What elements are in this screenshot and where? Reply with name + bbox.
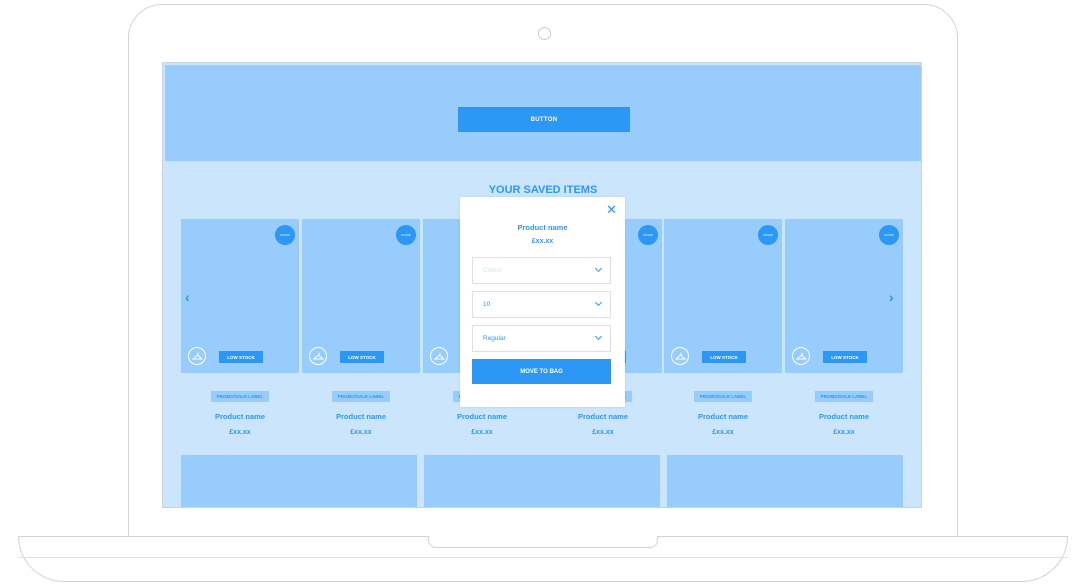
close-icon[interactable]: ✕ bbox=[606, 203, 617, 216]
chevron-down-icon bbox=[594, 264, 603, 273]
chevron-right-icon[interactable]: › bbox=[889, 289, 894, 305]
badge-icon: ICONS bbox=[396, 225, 416, 245]
hanger-icon[interactable] bbox=[792, 347, 810, 365]
chevron-left-icon[interactable]: ‹ bbox=[185, 289, 190, 305]
product-name[interactable]: Product name bbox=[181, 412, 299, 421]
hanger-icon[interactable] bbox=[309, 347, 327, 365]
modal-product-name: Product name bbox=[517, 223, 568, 232]
size-select[interactable]: 10 bbox=[472, 291, 611, 318]
fit-select[interactable]: Regular bbox=[472, 325, 611, 352]
hero-banner: BUTTON bbox=[165, 65, 921, 161]
low-stock-badge: LOW STOCK bbox=[219, 351, 263, 363]
product-name[interactable]: Product name bbox=[302, 412, 420, 421]
bottom-tile bbox=[181, 455, 417, 507]
move-to-bag-button[interactable]: MOVE TO BAG bbox=[472, 359, 611, 384]
hanger-icon[interactable] bbox=[430, 347, 448, 365]
badge-icon: ICONS bbox=[758, 225, 778, 245]
product-price: £xx.xx bbox=[592, 429, 614, 436]
product-price: £xx.xx bbox=[712, 429, 734, 436]
bottom-tile bbox=[667, 455, 903, 507]
modal-product-price: £xx.xx bbox=[531, 238, 554, 245]
camera-icon bbox=[538, 27, 551, 40]
promo-label: PROMO/SALE LABEL bbox=[693, 391, 753, 402]
card-info: PROMO/SALE LABEL Product name £xx.xx bbox=[664, 385, 782, 436]
chevron-down-icon bbox=[594, 298, 603, 307]
product-name[interactable]: Product name bbox=[544, 412, 662, 421]
screen: BUTTON YOUR SAVED ITEMS ICONS LOW STOCK … bbox=[162, 62, 922, 508]
product-price: £xx.xx bbox=[350, 429, 372, 436]
hanger-icon[interactable] bbox=[188, 347, 206, 365]
product-card[interactable]: ICONS LOW STOCK bbox=[785, 219, 903, 373]
colour-select-value: Colour bbox=[483, 267, 503, 274]
hero-button[interactable]: BUTTON bbox=[458, 107, 630, 132]
low-stock-badge: LOW STOCK bbox=[823, 351, 867, 363]
product-price: £xx.xx bbox=[229, 429, 251, 436]
move-to-bag-modal: ✕ Product name £xx.xx Colour 10 Regular … bbox=[460, 197, 625, 407]
promo-label: PROMO/SALE LABEL bbox=[814, 391, 874, 402]
chevron-down-icon bbox=[594, 332, 603, 341]
bottom-tile bbox=[424, 455, 660, 507]
product-name[interactable]: Product name bbox=[785, 412, 903, 421]
laptop-notch bbox=[428, 536, 658, 548]
badge-icon: ICONS bbox=[879, 225, 899, 245]
product-card[interactable]: ICONS LOW STOCK bbox=[181, 219, 299, 373]
badge-icon: ICONS bbox=[275, 225, 295, 245]
colour-select[interactable]: Colour bbox=[472, 257, 611, 284]
promo-label: PROMO/SALE LABEL bbox=[210, 391, 270, 402]
low-stock-badge: LOW STOCK bbox=[702, 351, 746, 363]
size-select-value: 10 bbox=[483, 301, 491, 308]
product-price: £xx.xx bbox=[833, 429, 855, 436]
promo-label: PROMO/SALE LABEL bbox=[331, 391, 391, 402]
fit-select-value: Regular bbox=[483, 335, 506, 342]
product-card[interactable]: ICONS LOW STOCK bbox=[302, 219, 420, 373]
hanger-icon[interactable] bbox=[671, 347, 689, 365]
card-info: PROMO/SALE LABEL Product name £xx.xx bbox=[302, 385, 420, 436]
card-info: PROMO/SALE LABEL Product name £xx.xx bbox=[785, 385, 903, 436]
section-title: YOUR SAVED ITEMS bbox=[488, 184, 598, 196]
product-name[interactable]: Product name bbox=[423, 412, 541, 421]
product-price: £xx.xx bbox=[471, 429, 493, 436]
badge-icon: ICONS bbox=[638, 225, 658, 245]
product-name[interactable]: Product name bbox=[664, 412, 782, 421]
product-card[interactable]: ICONS LOW STOCK bbox=[664, 219, 782, 373]
low-stock-badge: LOW STOCK bbox=[340, 351, 384, 363]
card-info: PROMO/SALE LABEL Product name £xx.xx bbox=[181, 385, 299, 436]
